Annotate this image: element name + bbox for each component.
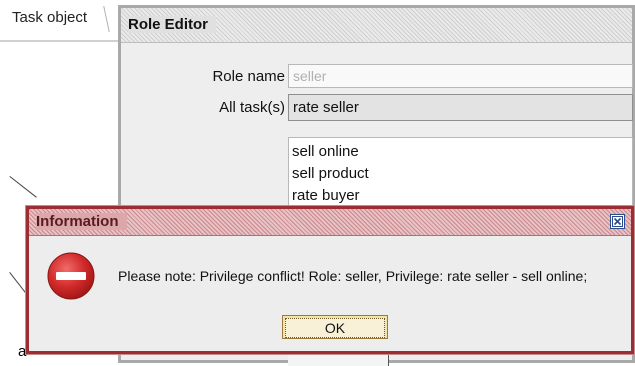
information-title: Information bbox=[36, 213, 127, 230]
connector-line bbox=[9, 176, 37, 198]
all-tasks-label: All task(s) bbox=[219, 99, 285, 116]
tab-task-object[interactable]: Task object bbox=[12, 9, 87, 26]
all-tasks-select[interactable]: rate seller bbox=[288, 94, 633, 121]
information-message: Please note: Privilege conflict! Role: s… bbox=[118, 268, 588, 284]
task-list-item[interactable]: rate buyer bbox=[289, 185, 632, 207]
ok-button[interactable]: OK bbox=[282, 315, 388, 339]
task-list-item[interactable]: sell product bbox=[289, 163, 632, 185]
ok-button-label: OK bbox=[285, 318, 385, 338]
information-titlebar[interactable]: Information bbox=[29, 209, 631, 236]
tab-separator bbox=[0, 40, 122, 42]
all-tasks-selected-value: rate seller bbox=[293, 99, 359, 116]
tab-strip: Task object bbox=[0, 0, 122, 42]
role-editor-title: Role Editor bbox=[128, 16, 217, 33]
role-name-label: Role name bbox=[212, 68, 285, 85]
close-icon bbox=[612, 216, 623, 227]
task-list-item[interactable]: sell online bbox=[289, 141, 632, 163]
error-icon bbox=[47, 252, 95, 300]
role-editor-titlebar[interactable]: Role Editor bbox=[121, 8, 632, 43]
task-list[interactable]: sell online sell product rate buyer bbox=[288, 137, 633, 217]
information-dialog: Information Please note: Privilege confl… bbox=[26, 206, 634, 354]
close-button[interactable] bbox=[610, 214, 625, 229]
role-name-input[interactable] bbox=[288, 64, 633, 88]
